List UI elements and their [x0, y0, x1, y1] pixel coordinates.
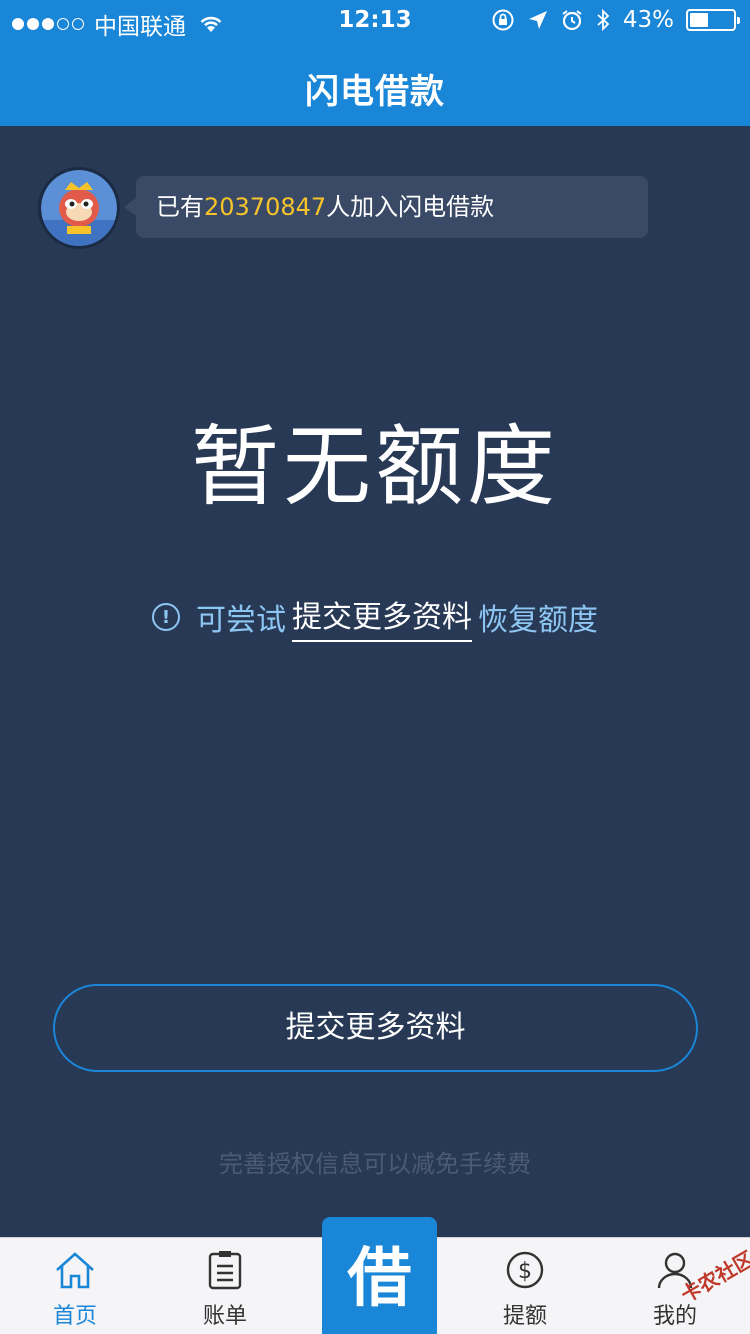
battery-percent: 43% — [622, 7, 674, 33]
rotation-lock-icon — [492, 9, 514, 31]
tab-borrow[interactable]: 借 — [322, 1217, 437, 1334]
hint-suffix: 恢复额度 — [478, 603, 598, 638]
tab-raise-limit-label: 提额 — [502, 1304, 547, 1329]
top-bar: 中国联通 12:13 43% 闪电借款 — [0, 0, 750, 126]
hint-prefix: 可尝试 — [196, 603, 286, 638]
page-title: 闪电借款 — [305, 72, 445, 112]
bluetooth-icon — [597, 8, 610, 32]
home-icon — [56, 1252, 94, 1289]
bill-icon — [208, 1251, 242, 1290]
joined-users-ticker: 已有20370847人加入闪电借款 — [124, 176, 648, 238]
battery-icon — [686, 9, 740, 31]
submit-more-info-button[interactable]: 提交更多资料 — [53, 984, 698, 1072]
quota-status: 暂无额度 — [190, 415, 559, 518]
status-bar: 中国联通 12:13 43% — [0, 0, 750, 40]
battery-level — [690, 13, 708, 27]
alarm-clock-icon — [562, 10, 582, 31]
ticker-prefix: 已有 — [156, 193, 204, 221]
tab-mine-label: 我的 — [652, 1304, 697, 1329]
tab-bill-label: 账单 — [202, 1304, 247, 1329]
submit-more-info-link[interactable]: 提交更多资料 — [292, 592, 472, 642]
tab-home[interactable]: 首页 — [15, 1238, 135, 1334]
dollar-icon: $ — [506, 1251, 544, 1289]
info-icon: ! — [152, 603, 180, 631]
svg-text:$: $ — [518, 1259, 532, 1284]
tab-home-label: 首页 — [52, 1304, 97, 1329]
recover-quota-hint: ! 可尝试 提交更多资料 恢复额度 — [0, 592, 750, 642]
mascot-avatar — [38, 167, 120, 249]
fee-waiver-note: 完善授权信息可以减免手续费 — [219, 1150, 531, 1178]
location-arrow-icon — [528, 11, 547, 29]
ticker-suffix: 人加入闪电借款 — [326, 193, 495, 221]
tab-bill[interactable]: 账单 — [165, 1238, 285, 1334]
tab-raise-limit[interactable]: $ 提额 — [465, 1238, 585, 1334]
ticker-count: 20370847 — [204, 193, 327, 221]
status-bar-right: 43% — [491, 7, 740, 33]
borrow-icon: 借 — [347, 1242, 412, 1316]
